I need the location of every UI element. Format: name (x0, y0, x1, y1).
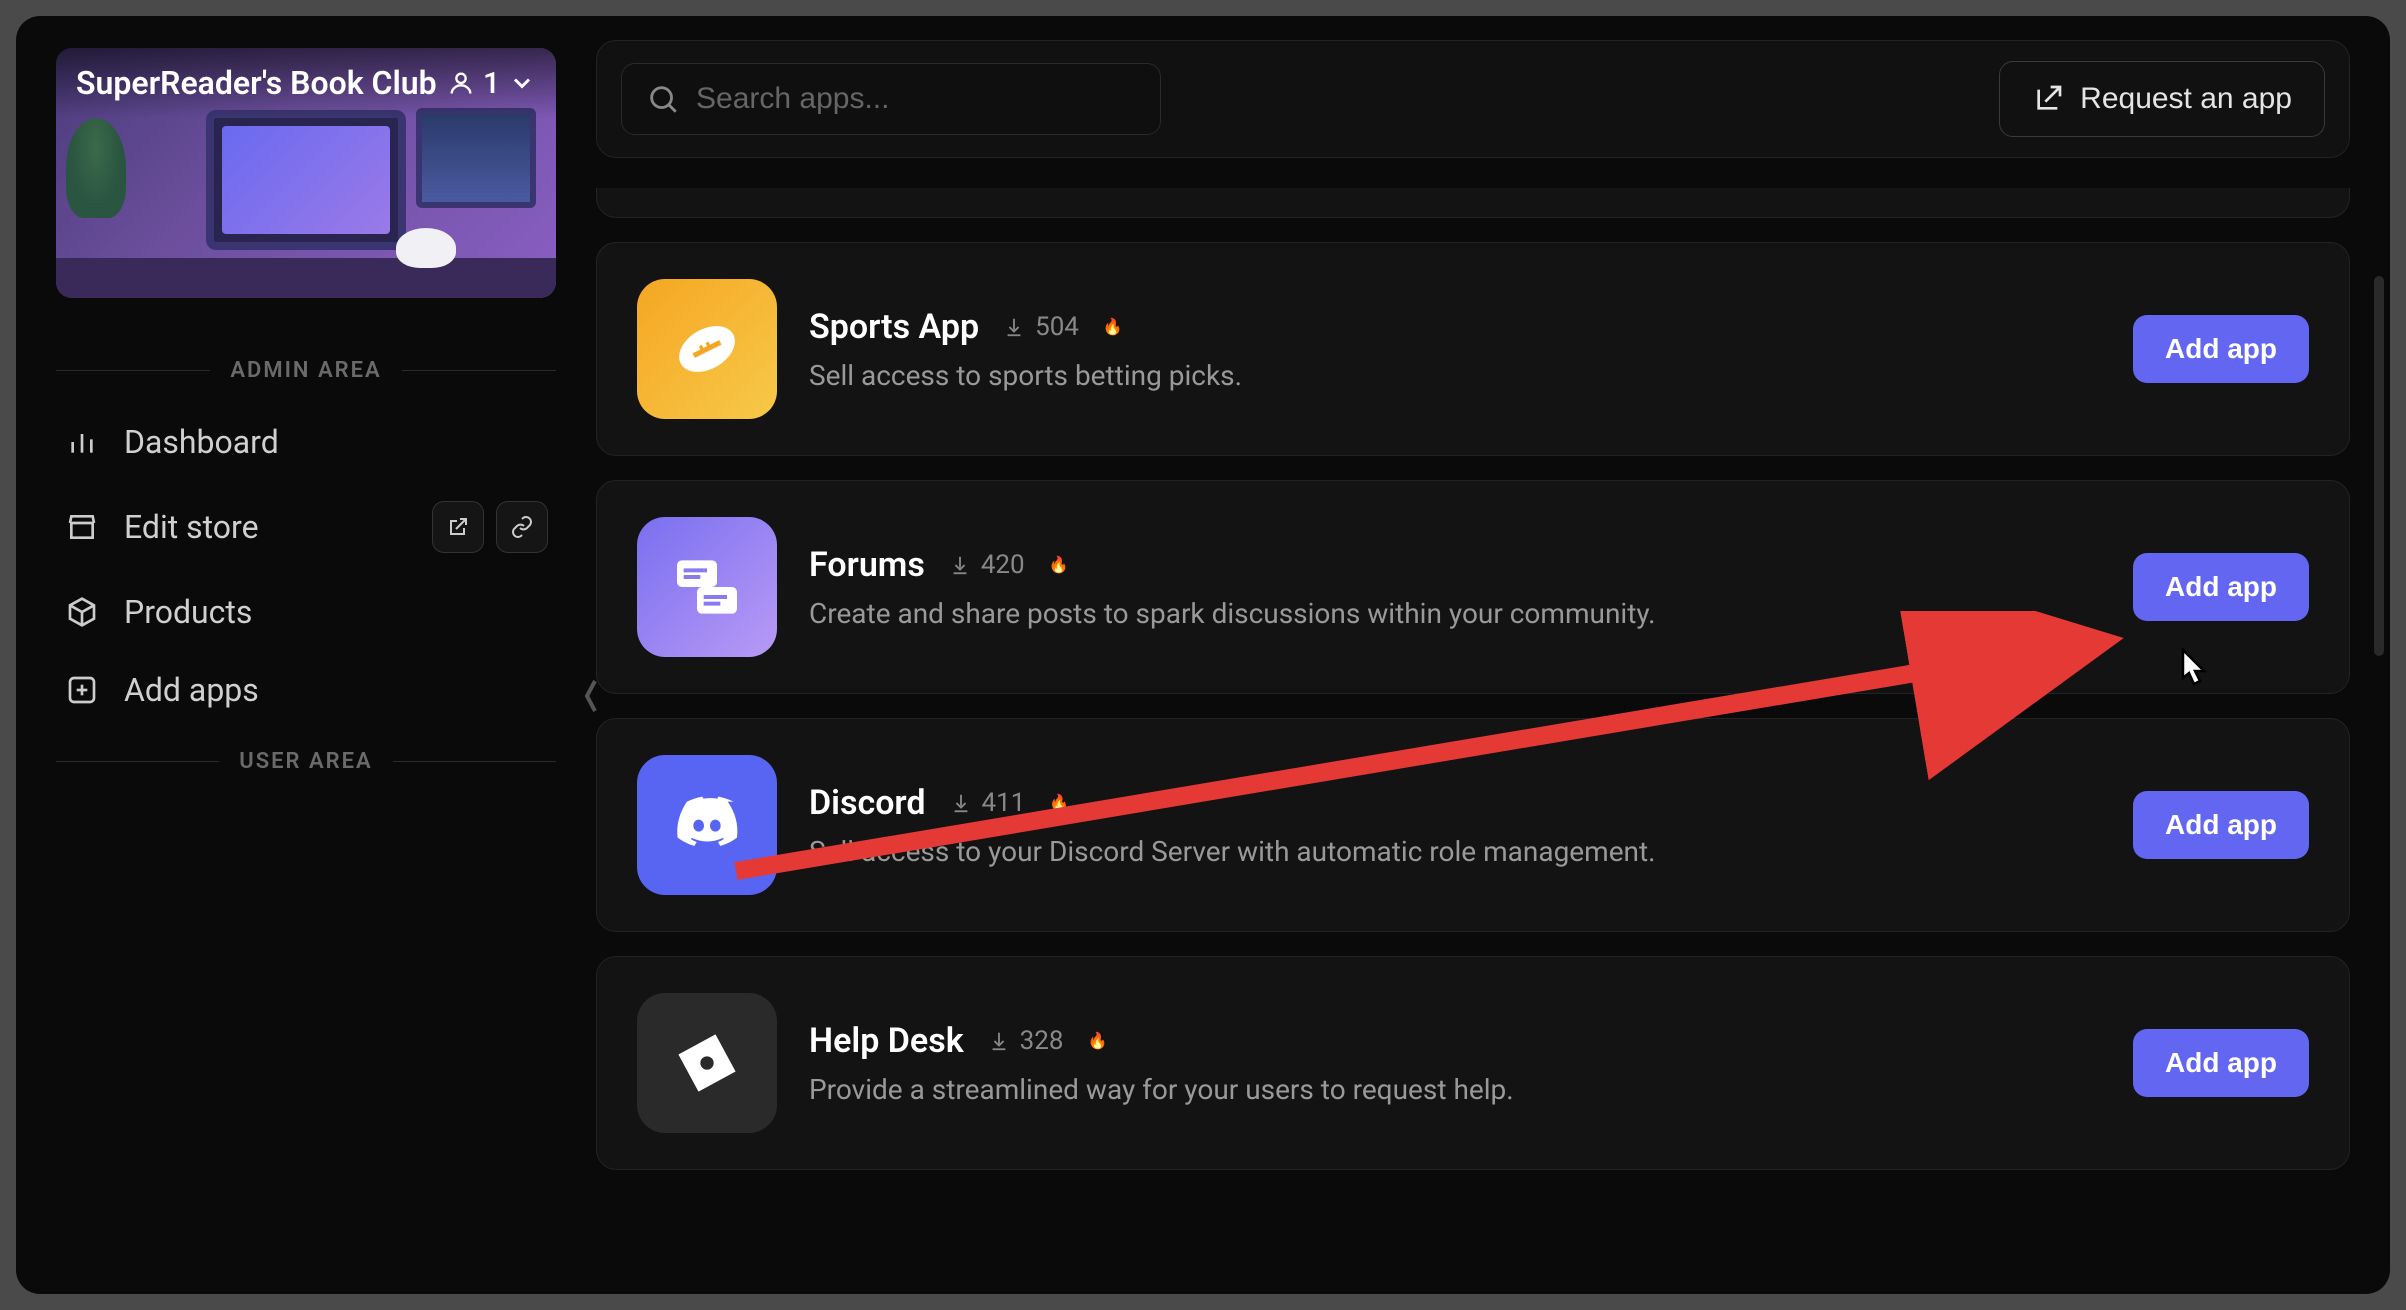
discord-icon (667, 785, 747, 865)
person-icon (447, 69, 475, 97)
search-icon (646, 82, 680, 116)
plus-square-icon (64, 672, 100, 708)
request-app-label: Request an app (2080, 82, 2292, 116)
app-list[interactable]: Sports App 504 🔥 Sell access to sports b… (596, 188, 2350, 1170)
app-downloads: 420 (949, 550, 1025, 580)
app-description: Sell access to sports betting picks. (809, 359, 2101, 392)
app-downloads: 411 (950, 788, 1026, 818)
nav-label: Edit store (124, 508, 259, 546)
nav-edit-store[interactable]: Edit store (56, 481, 556, 573)
forum-icon (667, 547, 747, 627)
sparkle-share-icon (2032, 83, 2064, 115)
open-external-button[interactable] (432, 501, 484, 553)
football-icon (667, 309, 747, 389)
section-user-area: USER AREA (56, 749, 556, 774)
server-title: SuperReader's Book Club (76, 64, 437, 102)
app-title: Discord (809, 783, 926, 823)
flame-icon: 🔥 (1103, 317, 1123, 336)
app-card-forums[interactable]: Forums 420 🔥 Create and share posts to s… (596, 480, 2350, 694)
sports-app-icon (637, 279, 777, 419)
app-card-helpdesk[interactable]: Help Desk 328 🔥 Provide a streamlined wa… (596, 956, 2350, 1170)
app-downloads: 328 (988, 1026, 1064, 1056)
nav-add-apps[interactable]: Add apps (56, 651, 556, 729)
main-header: Request an app (596, 40, 2350, 158)
app-description: Sell access to your Discord Server with … (809, 835, 2101, 868)
add-app-button-forums[interactable]: Add app (2133, 553, 2309, 621)
search-box[interactable] (621, 63, 1161, 135)
download-icon (949, 554, 971, 576)
section-admin-area: ADMIN AREA (56, 358, 556, 383)
app-description: Create and share posts to spark discussi… (809, 597, 2101, 630)
download-icon (988, 1030, 1010, 1052)
search-input[interactable] (696, 82, 1136, 116)
scrollbar[interactable] (2374, 276, 2384, 656)
chevron-down-icon (508, 69, 536, 97)
download-icon (1003, 316, 1025, 338)
add-app-button-sports[interactable]: Add app (2133, 315, 2309, 383)
app-title: Forums (809, 545, 925, 585)
copy-link-button[interactable] (496, 501, 548, 553)
forums-app-icon (637, 517, 777, 657)
cube-icon (64, 594, 100, 630)
nav-label: Dashboard (124, 423, 279, 461)
app-downloads: 504 (1003, 312, 1079, 342)
server-card[interactable]: SuperReader's Book Club 1 (56, 48, 556, 298)
app-title: Help Desk (809, 1021, 964, 1061)
external-link-icon (446, 515, 470, 539)
sidebar-collapse-handle[interactable] (576, 656, 606, 736)
add-app-button-discord[interactable]: Add app (2133, 791, 2309, 859)
ticket-icon (667, 1023, 747, 1103)
download-icon (950, 792, 972, 814)
app-card-partial (596, 188, 2350, 218)
helpdesk-app-icon (637, 993, 777, 1133)
link-icon (510, 515, 534, 539)
request-app-button[interactable]: Request an app (1999, 61, 2325, 137)
app-title: Sports App (809, 307, 979, 347)
nav-label: Products (124, 593, 252, 631)
app-window: SuperReader's Book Club 1 ADMIN AREA (16, 16, 2390, 1294)
nav-label: Add apps (124, 671, 259, 709)
app-card-sports[interactable]: Sports App 504 🔥 Sell access to sports b… (596, 242, 2350, 456)
nav-dashboard[interactable]: Dashboard (56, 403, 556, 481)
discord-app-icon (637, 755, 777, 895)
flame-icon: 🔥 (1049, 793, 1069, 812)
bar-chart-icon (64, 424, 100, 460)
nav-products[interactable]: Products (56, 573, 556, 651)
flame-icon: 🔥 (1088, 1031, 1108, 1050)
app-card-discord[interactable]: Discord 411 🔥 Sell access to your Discor… (596, 718, 2350, 932)
sidebar: SuperReader's Book Club 1 ADMIN AREA (16, 16, 596, 1294)
flame-icon: 🔥 (1049, 555, 1069, 574)
add-app-button-helpdesk[interactable]: Add app (2133, 1029, 2309, 1097)
main-content: Request an app Sports App (596, 16, 2390, 1294)
server-members[interactable]: 1 (447, 66, 536, 101)
chevron-left-icon (581, 666, 601, 726)
app-description: Provide a streamlined way for your users… (809, 1073, 2101, 1106)
member-count: 1 (483, 66, 500, 101)
store-icon (64, 509, 100, 545)
